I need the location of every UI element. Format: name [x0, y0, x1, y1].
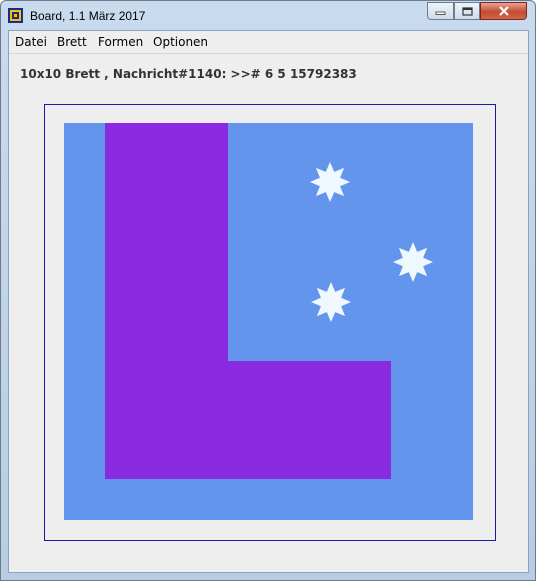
star-icon[interactable]: [393, 242, 433, 282]
maximize-button[interactable]: [454, 2, 480, 20]
window-title: Board, 1.1 März 2017: [30, 9, 146, 23]
close-button[interactable]: [480, 2, 527, 20]
menu-formen[interactable]: Formen: [98, 35, 143, 49]
application-window: Board, 1.1 März 2017 Datei Brett Formen …: [0, 0, 536, 581]
menu-optionen[interactable]: Optionen: [153, 35, 208, 49]
client-area: Datei Brett Formen Optionen 10x10 Brett …: [8, 30, 529, 573]
star-icon[interactable]: [311, 282, 351, 322]
star-icon[interactable]: [310, 162, 350, 202]
title-bar[interactable]: Board, 1.1 März 2017: [1, 1, 535, 30]
minimize-icon: [435, 11, 446, 15]
status-message: 10x10 Brett , Nachricht#1140: >># 6 5 15…: [20, 67, 357, 81]
close-icon: [498, 6, 509, 16]
app-icon: [8, 8, 23, 23]
game-board[interactable]: [64, 123, 473, 520]
minimize-button[interactable]: [427, 2, 454, 20]
menu-bar: Datei Brett Formen Optionen: [9, 31, 528, 54]
menu-datei[interactable]: Datei: [15, 35, 47, 49]
maximize-icon: [461, 6, 473, 16]
menu-brett[interactable]: Brett: [57, 35, 87, 49]
